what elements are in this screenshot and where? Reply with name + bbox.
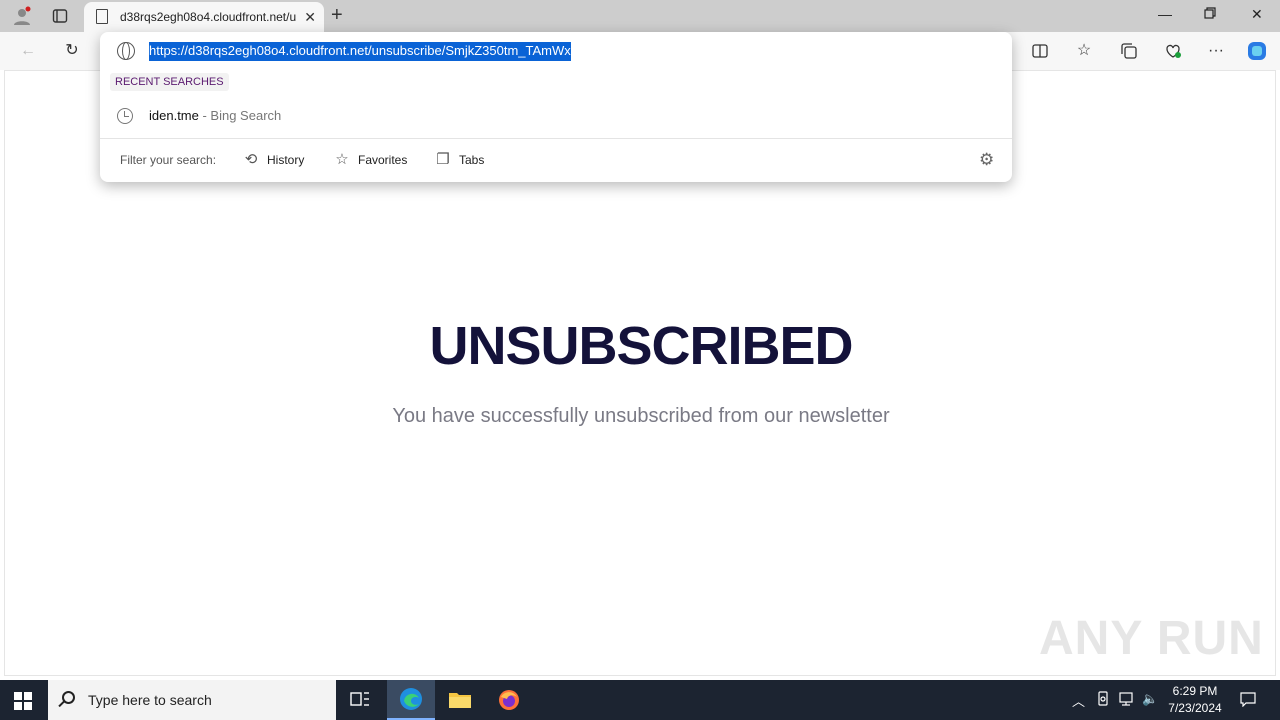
file-explorer-icon[interactable] — [436, 680, 484, 720]
browser-essentials-icon[interactable] — [1161, 39, 1185, 63]
tab-actions-icon[interactable] — [48, 4, 72, 28]
filter-favorites-label: Favorites — [358, 153, 408, 167]
windows-start-icon[interactable] — [14, 692, 32, 710]
globe-icon — [117, 42, 135, 60]
minimize-icon[interactable]: — — [1158, 6, 1172, 22]
browser-tab[interactable]: d38rqs2egh08o4.cloudfront.net/u ✕ — [84, 2, 324, 32]
filter-label: Filter your search: — [120, 153, 217, 167]
back-icon[interactable]: ← — [16, 39, 40, 63]
task-view-icon[interactable] — [336, 680, 384, 720]
new-tab-icon[interactable]: + — [331, 4, 343, 27]
chevron-up-icon[interactable]: ︿ — [1072, 691, 1085, 710]
close-tab-icon[interactable]: ✕ — [304, 9, 316, 26]
collections-icon[interactable] — [1117, 39, 1141, 63]
suggestion-query: iden.tme — [149, 108, 199, 123]
system-clock[interactable]: 6:29 PM 7/23/2024 — [1166, 683, 1224, 717]
taskbar: Type here to search ︿ 🔈 6:29 PM 7/23/202… — [0, 680, 1280, 720]
split-screen-icon[interactable] — [1028, 39, 1052, 63]
page-icon — [96, 9, 108, 24]
tabs-icon: ❐ — [436, 151, 450, 168]
network-icon[interactable] — [1118, 691, 1136, 710]
filter-favorites-button[interactable]: ☆ Favorites — [334, 150, 407, 170]
filter-tabs-label: Tabs — [459, 153, 485, 167]
favorites-star-icon[interactable]: ☆ — [1072, 39, 1096, 63]
search-placeholder: Type here to search — [88, 692, 212, 708]
clock-date: 7/23/2024 — [1168, 701, 1222, 715]
volume-icon[interactable]: 🔈 — [1142, 691, 1158, 707]
star-icon: ☆ — [335, 151, 349, 168]
suggestion-item[interactable]: iden.tme - Bing Search — [100, 103, 1012, 135]
copilot-icon[interactable] — [1245, 39, 1269, 63]
taskbar-search-box[interactable]: Type here to search — [48, 680, 336, 720]
filter-tabs-button[interactable]: ❐ Tabs — [435, 150, 484, 170]
filter-history-button[interactable]: ⟲ History — [243, 150, 305, 170]
more-options-icon[interactable]: ··· — [1204, 39, 1228, 63]
page-headline: UNSUBSCRIBED — [429, 316, 853, 376]
watermark-logo: ANY RUN — [1039, 612, 1264, 665]
recent-searches-label: RECENT SEARCHES — [110, 73, 229, 91]
divider — [100, 138, 1012, 139]
address-input[interactable]: https://d38rqs2egh08o4.cloudfront.net/un… — [149, 42, 571, 61]
search-icon — [62, 691, 75, 704]
filter-history-label: History — [267, 153, 305, 167]
history-icon: ⟲ — [244, 151, 258, 168]
firefox-icon[interactable] — [485, 680, 533, 720]
unsubscribe-message: You have successfully unsubscribed from … — [392, 405, 890, 427]
clock-time: 6:29 PM — [1172, 684, 1218, 698]
address-bar-dropdown: https://d38rqs2egh08o4.cloudfront.net/un… — [100, 32, 1012, 182]
restore-icon[interactable] — [1204, 6, 1216, 22]
notification-icon[interactable] — [1240, 691, 1256, 710]
history-icon — [117, 108, 133, 124]
close-window-icon[interactable]: ✕ — [1251, 6, 1263, 23]
gear-icon[interactable]: ⚙ — [979, 150, 994, 170]
refresh-icon[interactable]: ↻ — [60, 39, 84, 63]
tab-strip: d38rqs2egh08o4.cloudfront.net/u ✕ + — ✕ — [0, 0, 1280, 32]
suggestion-source: - Bing Search — [198, 108, 282, 123]
edge-taskbar-icon[interactable] — [387, 680, 435, 720]
device-icon[interactable] — [1096, 691, 1110, 710]
profile-icon[interactable] — [10, 4, 34, 28]
tab-title: d38rqs2egh08o4.cloudfront.net/u — [120, 10, 297, 24]
